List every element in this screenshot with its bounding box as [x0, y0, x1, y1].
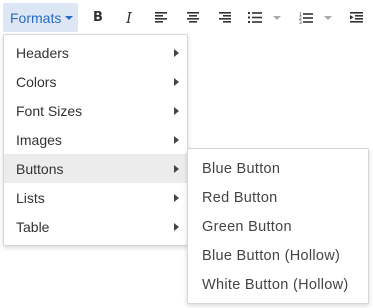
- chevron-right-icon: [174, 49, 179, 57]
- chevron-right-icon: [174, 136, 179, 144]
- numbered-list-button[interactable]: 1 2 3: [299, 3, 339, 32]
- chevron-down-icon[interactable]: [324, 16, 332, 20]
- menu-item-images[interactable]: Images: [4, 125, 187, 154]
- submenu-item-blue-button-hollow[interactable]: Blue Button (Hollow): [188, 241, 368, 270]
- menu-item-lists[interactable]: Lists: [4, 183, 187, 212]
- submenu-item-label: Blue Button: [202, 160, 281, 177]
- bullet-list-button[interactable]: [248, 3, 288, 32]
- numbered-list-icon: 1 2 3: [299, 12, 313, 24]
- submenu-item-label: White Button (Hollow): [202, 276, 349, 293]
- bold-button[interactable]: B: [88, 3, 108, 32]
- indent-icon: [349, 12, 363, 23]
- align-right-icon: [219, 12, 231, 23]
- indent-button[interactable]: [347, 3, 365, 32]
- formats-dropdown-button[interactable]: Formats: [3, 3, 78, 32]
- italic-button[interactable]: I: [119, 3, 139, 32]
- chevron-down-icon: [65, 16, 74, 20]
- chevron-right-icon: [174, 223, 179, 231]
- submenu-item-red-button[interactable]: Red Button: [188, 183, 368, 212]
- menu-item-label: Colors: [16, 73, 57, 90]
- menu-item-label: Buttons: [16, 160, 64, 177]
- submenu-item-white-button-hollow[interactable]: White Button (Hollow): [188, 270, 368, 299]
- bold-icon: B: [93, 10, 103, 25]
- submenu-item-label: Red Button: [202, 189, 278, 206]
- formats-menu: Headers Colors Font Sizes Images Buttons…: [3, 34, 188, 246]
- menu-item-label: Font Sizes: [16, 102, 83, 119]
- submenu-item-green-button[interactable]: Green Button: [188, 212, 368, 241]
- chevron-right-icon: [174, 165, 179, 173]
- italic-icon: I: [126, 8, 132, 27]
- align-left-button[interactable]: [152, 3, 170, 32]
- bullet-list-icon: [248, 12, 262, 23]
- menu-item-font-sizes[interactable]: Font Sizes: [4, 96, 187, 125]
- menu-item-table[interactable]: Table: [4, 212, 187, 241]
- editor-toolbar: Formats B I 1 2 3: [0, 0, 373, 35]
- align-center-icon: [187, 12, 199, 23]
- formats-label: Formats: [10, 9, 62, 26]
- menu-item-label: Images: [16, 131, 62, 148]
- align-center-button[interactable]: [184, 3, 202, 32]
- submenu-item-blue-button[interactable]: Blue Button: [188, 154, 368, 183]
- align-right-button[interactable]: [216, 3, 234, 32]
- menu-item-label: Table: [16, 218, 50, 235]
- align-left-icon: [155, 12, 167, 23]
- submenu-item-label: Blue Button (Hollow): [202, 247, 341, 264]
- chevron-right-icon: [174, 78, 179, 86]
- menu-item-buttons[interactable]: Buttons: [4, 154, 187, 183]
- buttons-submenu: Blue Button Red Button Green Button Blue…: [187, 148, 369, 304]
- chevron-right-icon: [174, 194, 179, 202]
- svg-text:3: 3: [299, 20, 302, 24]
- editor-page: Formats B I 1 2 3 Headers Colors Font Si…: [0, 0, 373, 308]
- submenu-item-label: Green Button: [202, 218, 292, 235]
- menu-item-headers[interactable]: Headers: [4, 38, 187, 67]
- menu-item-colors[interactable]: Colors: [4, 67, 187, 96]
- menu-item-label: Lists: [16, 189, 45, 206]
- chevron-down-icon[interactable]: [273, 16, 281, 20]
- menu-item-label: Headers: [16, 44, 69, 61]
- chevron-right-icon: [174, 107, 179, 115]
